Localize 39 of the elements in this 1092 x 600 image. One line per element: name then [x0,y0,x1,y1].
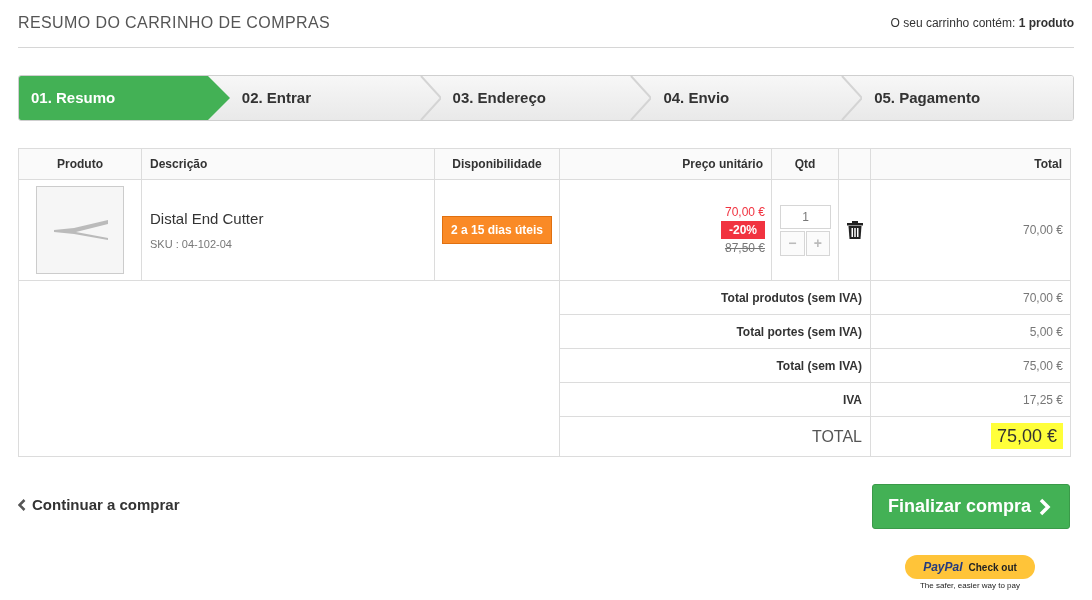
summary-label: Total produtos (sem IVA) [721,290,862,305]
summary-value: 75,00 € [1022,358,1063,373]
column-header: Preço unitário [559,148,772,180]
paypal-button-label: Check out [968,560,1017,575]
sale-price: 70,00 € [724,204,765,221]
continue-shopping-link[interactable]: Continuar a comprar [18,494,180,517]
column-header: Disponibilidade [434,148,560,180]
column-header: Descrição [141,148,435,180]
availability-label: 2 a 15 dias úteis [441,216,553,244]
discount-label: -20% [721,221,765,239]
line-total: 70,00 € [1022,223,1063,237]
trash-icon[interactable] [846,221,863,240]
summary-value: 17,25 € [1022,392,1063,407]
checkout-step[interactable]: 04. Envio [651,76,863,120]
summary-value: 5,00 € [1029,324,1063,339]
product-name[interactable]: Distal End Cutter [150,207,426,230]
summary-value: 70,00 € [1022,290,1063,305]
checkout-step[interactable]: 05. Pagamento [862,76,1073,120]
quantity-field[interactable]: 1 [780,204,831,229]
chevron-right-icon [1039,497,1052,516]
cart-count-text: O seu carrinho contém: 1 produto [890,15,1074,32]
paypal-tagline: The safer, easier way to pay [919,581,1021,591]
chevron-left-icon [18,499,26,512]
page-title: RESUMO DO CARRINHO DE COMPRAS [18,13,331,33]
column-header: Qtd [771,148,839,180]
summary-label: TOTAL [811,427,862,445]
chevron-icon [207,76,230,120]
summary-label: Total portes (sem IVA) [736,324,862,339]
paypal-logo: PayPal [923,559,963,576]
column-header: Produto [18,148,142,180]
checkout-step[interactable]: 02. Entrar [229,76,441,120]
column-header: Total [870,148,1071,180]
summary-value: 75,00 € [990,423,1063,449]
paypal-checkout-button[interactable]: PayPal Check out [905,555,1035,579]
old-price: 87,50 € [724,240,765,257]
checkout-step[interactable]: 03. Endereço [440,76,652,120]
product-sku: SKU : 04-102-04 [150,237,233,252]
summary-label: Total (sem IVA) [776,358,862,373]
summary-label: IVA [842,392,862,407]
